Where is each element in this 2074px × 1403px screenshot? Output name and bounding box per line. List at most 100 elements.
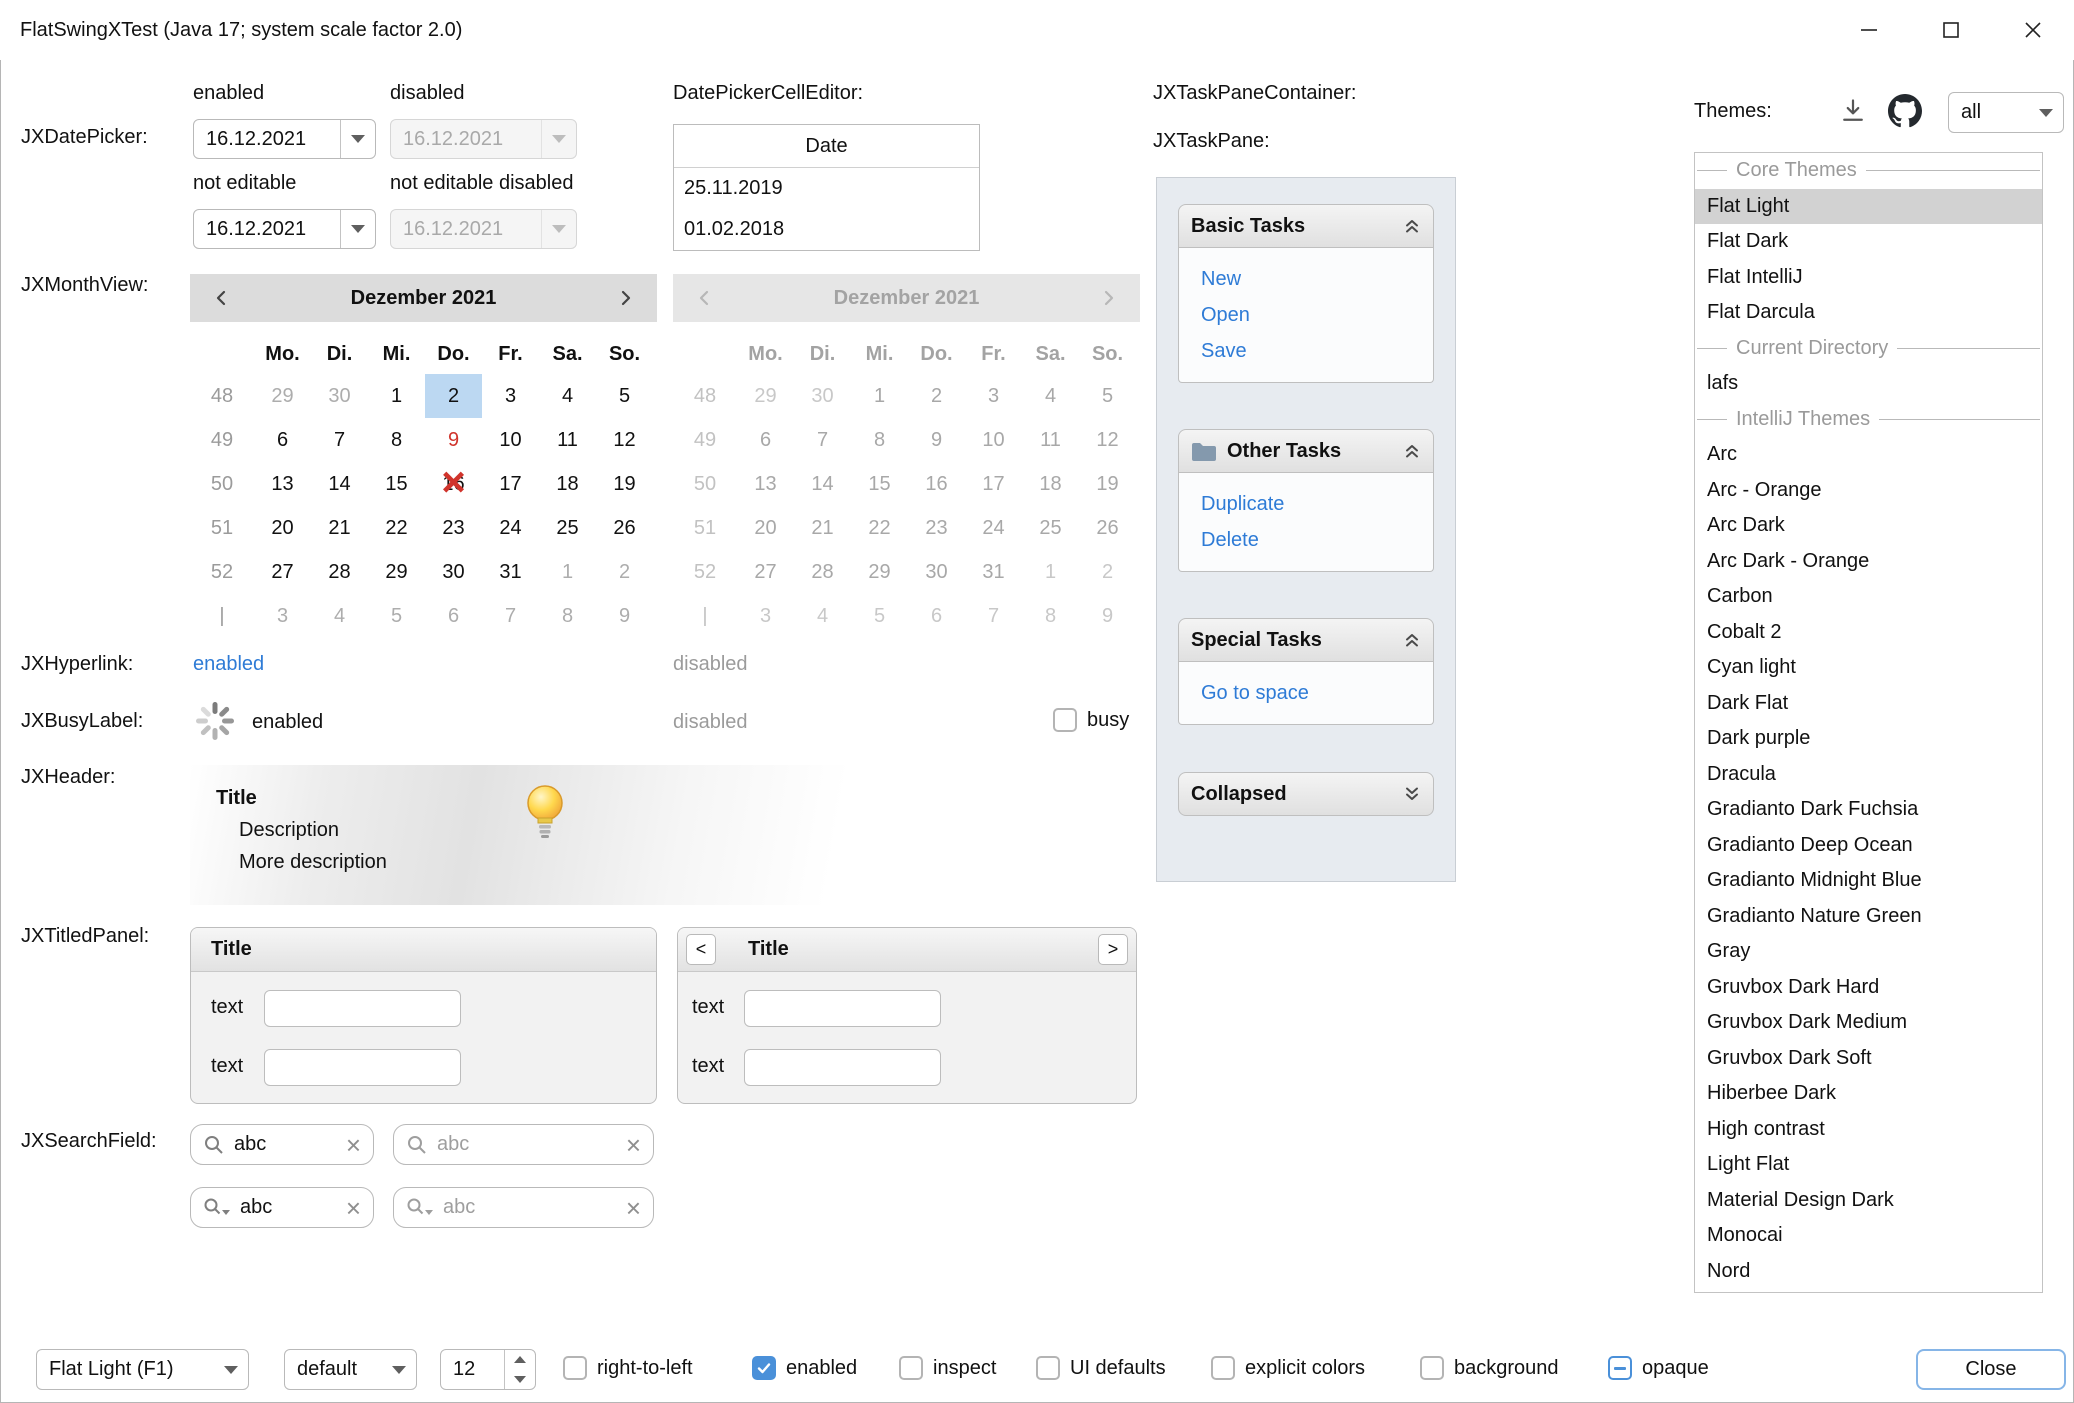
calendar-day[interactable]: 29 <box>254 374 311 418</box>
calendar-day[interactable]: 28 <box>311 550 368 594</box>
checkbox-box[interactable] <box>563 1356 587 1380</box>
theme-list-item[interactable]: Material Design Dark <box>1695 1183 2042 1219</box>
calendar-day[interactable]: 14 <box>311 462 368 506</box>
collapse-icon[interactable] <box>1403 631 1421 649</box>
close-button[interactable]: Close <box>1916 1349 2066 1390</box>
titled-panel-next-button[interactable]: > <box>1098 934 1128 965</box>
chevron-down-icon[interactable] <box>340 120 375 158</box>
clear-icon[interactable]: × <box>626 1195 641 1221</box>
close-icon[interactable] <box>1992 0 2074 60</box>
datepicker-enabled[interactable]: 16.12.2021 <box>193 119 376 159</box>
taskpane-link[interactable]: Save <box>1201 333 1433 369</box>
next-month-icon[interactable] <box>607 280 643 316</box>
search-field-1[interactable]: × <box>190 1124 374 1165</box>
theme-list-item[interactable]: Arc <box>1695 437 2042 473</box>
theme-list-item[interactable]: Cobalt 2 <box>1695 615 2042 651</box>
calendar-day[interactable]: 4 <box>311 594 368 638</box>
theme-list-item[interactable]: Gray <box>1695 934 2042 970</box>
themes-filter-combo[interactable]: all <box>1948 92 2064 133</box>
calendar-day[interactable]: 19 <box>596 462 653 506</box>
calendar-day[interactable]: 5 <box>596 374 653 418</box>
calendar-day[interactable]: 1 <box>368 374 425 418</box>
theme-list-item[interactable]: Flat Darcula <box>1695 295 2042 331</box>
chevron-down-icon[interactable] <box>382 1350 416 1389</box>
theme-list-item[interactable]: Arc Dark - Orange <box>1695 544 2042 580</box>
clear-icon[interactable]: × <box>346 1132 361 1158</box>
text-field-1[interactable] <box>264 990 461 1027</box>
chevron-down-icon[interactable] <box>2029 93 2063 132</box>
calendar-day[interactable]: 31 <box>482 550 539 594</box>
calendar-day[interactable]: 27 <box>254 550 311 594</box>
style-combo[interactable]: default <box>284 1349 417 1390</box>
checkbox-background[interactable]: background <box>1420 1356 1559 1380</box>
theme-list-item[interactable]: Gradianto Deep Ocean <box>1695 828 2042 864</box>
datepicker-not-editable[interactable]: 16.12.2021 <box>193 209 376 249</box>
calendar-day[interactable]: 6 <box>425 594 482 638</box>
theme-list-item[interactable]: Gradianto Midnight Blue <box>1695 863 2042 899</box>
laf-combo[interactable]: Flat Light (F1) <box>36 1349 249 1390</box>
taskpane-link[interactable]: Duplicate <box>1201 486 1433 522</box>
font-size-spinner[interactable]: 12 <box>440 1349 536 1390</box>
calendar-day[interactable]: 11 <box>539 418 596 462</box>
datepicker-value[interactable]: 16.12.2021 <box>194 218 340 241</box>
checkbox-box[interactable] <box>899 1356 923 1380</box>
prev-month-icon[interactable] <box>204 280 240 316</box>
maximize-icon[interactable] <box>1910 0 1992 60</box>
theme-list-item[interactable]: Gradianto Nature Green <box>1695 899 2042 935</box>
theme-list-item[interactable]: Gruvbox Dark Soft <box>1695 1041 2042 1077</box>
calendar-day[interactable]: 15 <box>368 462 425 506</box>
checkbox-enabled[interactable]: enabled <box>752 1356 857 1380</box>
checkbox-box[interactable] <box>752 1356 776 1380</box>
calendar-day[interactable]: 7 <box>482 594 539 638</box>
clear-icon[interactable]: × <box>346 1195 361 1221</box>
calendar-day[interactable]: 8 <box>368 418 425 462</box>
theme-list-item[interactable]: Flat Light <box>1695 189 2042 225</box>
collapse-icon[interactable] <box>1403 442 1421 460</box>
taskpane-link[interactable]: Go to space <box>1201 675 1433 711</box>
calendar-day[interactable]: 23 <box>425 506 482 550</box>
taskpane-group-header[interactable]: Basic Tasks <box>1178 204 1434 248</box>
spinner-value[interactable]: 12 <box>441 1350 504 1389</box>
checkbox-box[interactable] <box>1211 1356 1235 1380</box>
text-field-1[interactable] <box>744 990 941 1027</box>
theme-list-item[interactable]: Dracula <box>1695 757 2042 793</box>
taskpane-group-header[interactable]: Special Tasks <box>1178 618 1434 662</box>
search-input[interactable] <box>240 1196 337 1219</box>
theme-list-item[interactable]: Gruvbox Dark Medium <box>1695 1005 2042 1041</box>
calendar-day[interactable]: 7 <box>311 418 368 462</box>
theme-list-item[interactable]: Gruvbox Dark Hard <box>1695 970 2042 1006</box>
theme-list-item[interactable]: Cyan light <box>1695 650 2042 686</box>
taskpane-group-header[interactable]: Collapsed <box>1178 772 1434 816</box>
calendar-day[interactable]: 10 <box>482 418 539 462</box>
theme-list-item[interactable]: Dark purple <box>1695 721 2042 757</box>
calendar-day[interactable]: 2 <box>425 374 482 418</box>
calendar-day[interactable]: 12 <box>596 418 653 462</box>
theme-list-item[interactable]: Gradianto Dark Fuchsia <box>1695 792 2042 828</box>
search-input[interactable] <box>443 1196 617 1219</box>
checkbox-ui-defaults[interactable]: UI defaults <box>1036 1356 1166 1380</box>
calendar-day[interactable]: 9 <box>596 594 653 638</box>
collapse-icon[interactable] <box>1403 217 1421 235</box>
taskpane-link[interactable]: Delete <box>1201 522 1433 558</box>
taskpane-link[interactable]: New <box>1201 261 1433 297</box>
calendar-day[interactable]: 8 <box>539 594 596 638</box>
calendar-day[interactable]: 30 <box>311 374 368 418</box>
checkbox-box[interactable] <box>1608 1356 1632 1380</box>
combo-value[interactable]: default <box>285 1358 382 1381</box>
calendar-day[interactable]: 5 <box>368 594 425 638</box>
search-with-menu-icon[interactable] <box>406 1197 434 1219</box>
combo-value[interactable]: all <box>1949 101 2029 124</box>
calendar-day[interactable]: 3 <box>482 374 539 418</box>
calendar-day[interactable]: 3 <box>254 594 311 638</box>
calendar-day[interactable]: 20 <box>254 506 311 550</box>
expand-icon[interactable] <box>1403 785 1421 803</box>
search-field-2[interactable]: × <box>393 1124 654 1165</box>
calendar-day[interactable]: 4 <box>539 374 596 418</box>
calendar-day[interactable]: 16 <box>425 462 482 506</box>
checkbox-inspect[interactable]: inspect <box>899 1356 996 1380</box>
chevron-down-icon[interactable] <box>214 1350 248 1389</box>
calendar-day[interactable]: 25 <box>539 506 596 550</box>
minimize-icon[interactable] <box>1828 0 1910 60</box>
table-row[interactable]: 01.02.2018 <box>674 209 979 250</box>
table-column-header[interactable]: Date <box>674 125 979 168</box>
